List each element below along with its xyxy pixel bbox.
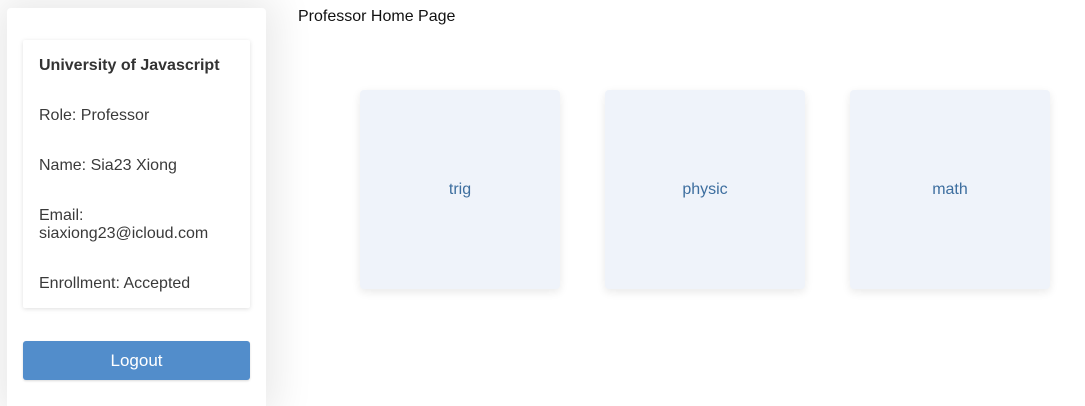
course-label: trig [448, 181, 472, 198]
logout-button[interactable]: Logout [23, 341, 250, 380]
email-label: Email: [39, 207, 84, 224]
email-value: siaxiong23@icloud.com [39, 225, 209, 242]
email-text: Email: siaxiong23@icloud.com [39, 207, 239, 243]
page-title: Professor Home Page [298, 8, 456, 25]
course-label: physic [682, 181, 728, 198]
course-label: math [932, 181, 968, 198]
university-name: University of Javascript [39, 57, 220, 74]
course-card-math[interactable]: math [850, 90, 1050, 289]
professor-home-page: University of Javascript Role: Professor… [0, 0, 1085, 406]
course-card-physic[interactable]: physic [605, 90, 805, 289]
role-text: Role: Professor [39, 107, 150, 124]
profile-card: University of Javascript Role: Professor… [23, 40, 250, 308]
name-text: Name: Sia23 Xiong [39, 157, 177, 174]
enrollment-text: Enrollment: Accepted [39, 275, 191, 292]
course-card-trig[interactable]: trig [360, 90, 560, 289]
sidebar: University of Javascript Role: Professor… [7, 8, 266, 406]
